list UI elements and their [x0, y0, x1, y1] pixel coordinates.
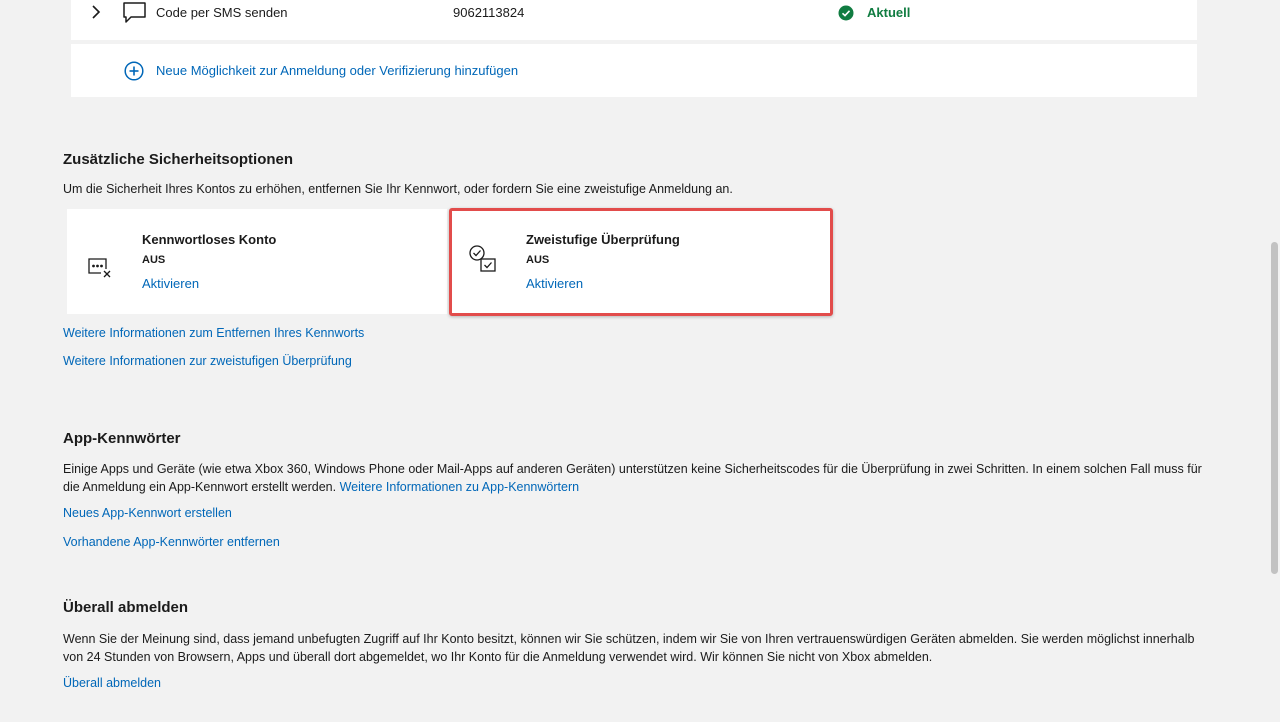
method-status: Aktuell — [867, 5, 911, 20]
security-page: Code per SMS senden 9062113824 Aktuell N… — [0, 0, 1280, 722]
app-passwords-title: App-Kennwörter — [63, 430, 181, 447]
two-step-verification-icon — [469, 245, 496, 272]
chevron-right-icon[interactable] — [89, 2, 103, 22]
security-options-description: Um die Sicherheit Ihres Kontos zu erhöhe… — [63, 182, 733, 196]
two-step-info-link[interactable]: Weitere Informationen zur zweistufigen Ü… — [63, 354, 352, 368]
two-step-verification-card: Zweistufige Überprüfung AUS Aktivieren — [449, 208, 833, 316]
card-title: Kennwortloses Konto — [142, 232, 277, 247]
card-status: AUS — [142, 254, 166, 266]
add-circle-icon[interactable] — [124, 61, 144, 81]
app-passwords-info-link[interactable]: Weitere Informationen zu App-Kennwörtern — [340, 480, 579, 494]
app-passwords-description: Einige Apps und Geräte (wie etwa Xbox 36… — [63, 460, 1203, 496]
activate-passwordless-link[interactable]: Aktivieren — [142, 276, 199, 291]
scrollbar-thumb[interactable] — [1271, 242, 1278, 574]
check-circle-icon — [838, 5, 854, 21]
create-app-password-link[interactable]: Neues App-Kennwort erstellen — [63, 506, 232, 520]
activate-two-step-link[interactable]: Aktivieren — [526, 276, 583, 291]
remove-password-info-link[interactable]: Weitere Informationen zum Entfernen Ihre… — [63, 326, 364, 340]
app-passwords-description-text: Einige Apps und Geräte (wie etwa Xbox 36… — [63, 462, 1202, 494]
page-scrollbar[interactable] — [1268, 0, 1280, 722]
card-title: Zweistufige Überprüfung — [526, 232, 680, 247]
remove-app-passwords-link[interactable]: Vorhandene App-Kennwörter entfernen — [63, 535, 280, 549]
security-options-title: Zusätzliche Sicherheitsoptionen — [63, 151, 294, 168]
sign-out-everywhere-title: Überall abmelden — [63, 599, 189, 616]
sign-out-everywhere-description: Wenn Sie der Meinung sind, dass jemand u… — [63, 632, 1195, 664]
card-status: AUS — [526, 254, 550, 266]
method-value: 9062113824 — [453, 5, 525, 20]
method-name: Code per SMS senden — [156, 5, 288, 20]
passwordless-card: Kennwortloses Konto AUS Aktivieren — [67, 209, 447, 314]
password-off-icon — [88, 258, 111, 278]
add-method-row[interactable]: Neue Möglichkeit zur Anmeldung oder Veri… — [71, 44, 1197, 97]
sign-out-everywhere-link[interactable]: Überall abmelden — [63, 676, 161, 690]
chat-message-icon — [123, 2, 146, 23]
method-row-sms[interactable]: Code per SMS senden 9062113824 Aktuell — [71, 0, 1197, 40]
add-method-link[interactable]: Neue Möglichkeit zur Anmeldung oder Veri… — [156, 63, 518, 78]
